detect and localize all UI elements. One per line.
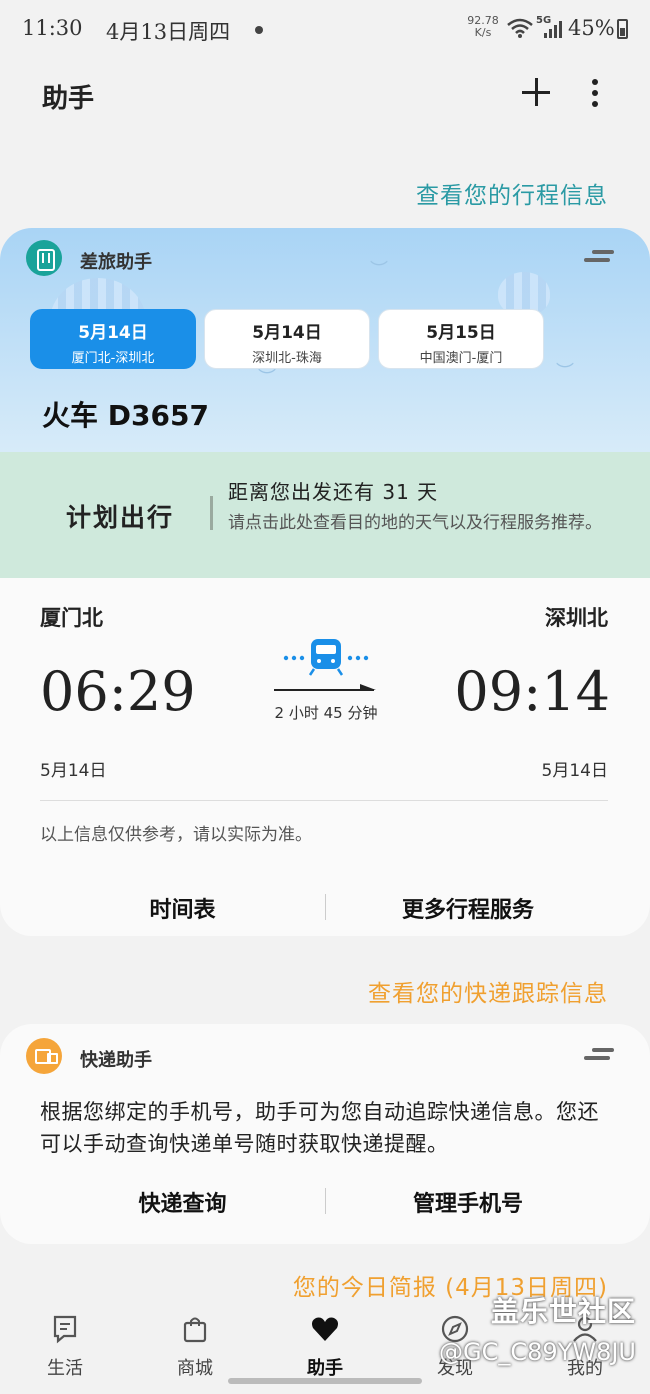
departure-date: 5月14日 [40,761,107,781]
trip-tab-route: 厦门北-深圳北 [71,351,155,366]
trip-info-link[interactable]: 查看您的行程信息 [416,176,608,210]
more-options-icon[interactable] [584,76,606,110]
nav-item-life[interactable]: 生活 [30,1314,100,1380]
plan-divider [210,496,213,530]
battery-icon [617,19,628,39]
route-arrow-icon [274,684,376,691]
trip-tab-route: 中国澳门-厦门 [419,351,503,366]
departure-countdown: 距离您出发还有 31 天 [228,480,439,504]
watermark-user: @GC_C89YW8JU [439,1338,636,1366]
trip-tab-route: 深圳北-珠海 [252,351,322,366]
weather-hint: 请点击此处查看目的地的天气以及行程服务推荐。 [228,513,602,533]
disclaimer: 以上信息仅供参考，请以实际为准。 [40,825,312,845]
net-speed: 92.78 K/s [466,15,500,39]
nav-label: 助手 [307,1358,343,1379]
card-menu-icon[interactable] [584,250,614,264]
bird-decoration: ︶ [556,362,574,383]
travel-assistant-card: ︶ ︶ ︶ 差旅助手 5月14日 厦门北-深圳北 5月14日 深圳北-珠海 5月… [0,228,650,936]
arrival-date: 5月14日 [541,761,608,781]
bird-decoration: ︶ [370,260,388,281]
express-card-title: 快递助手 [80,1050,152,1071]
shop-bag-icon [183,1317,207,1343]
arrival-time: 09:14 [454,660,610,723]
train-number: 火车 D3657 [42,399,209,432]
express-assistant-card: 快递助手 根据您绑定的手机号，助手可为您自动追踪快递信息。您还可以手动查询快递单… [0,1024,650,1244]
departure-station: 厦门北 [40,606,103,630]
train-icon [283,639,369,676]
heart-icon [312,1317,338,1341]
trip-tab-1[interactable]: 5月14日 厦门北-深圳北 [30,309,196,369]
life-icon [53,1315,77,1344]
timetable-button[interactable]: 时间表 [40,892,325,924]
trip-tab-date: 5月14日 [78,323,148,343]
trip-tab-date: 5月15日 [426,323,496,343]
trip-duration: 2 小时 45 分钟 [274,704,378,722]
nav-label: 商城 [177,1358,213,1379]
signal-icon [544,21,562,38]
notification-dot-icon [255,26,263,34]
express-description: 根据您绑定的手机号，助手可为您自动追踪快递信息。您还可以手动查询快递单号随时获取… [40,1100,599,1156]
battery-percent: 45% [568,16,615,40]
manage-phone-button[interactable]: 管理手机号 [326,1186,610,1218]
express-info-link[interactable]: 查看您的快递跟踪信息 [368,974,608,1008]
trip-tab-2[interactable]: 5月14日 深圳北-珠海 [204,309,370,369]
delivery-truck-icon [26,1038,62,1074]
travel-card-header: ︶ ︶ ︶ 差旅助手 5月14日 厦门北-深圳北 5月14日 深圳北-珠海 5月… [0,228,650,452]
arrival-station: 深圳北 [545,606,608,630]
status-time: 11:30 [22,16,83,40]
page-title: 助手 [42,84,95,114]
luggage-icon [26,240,62,276]
home-indicator[interactable] [228,1378,422,1384]
departure-time: 06:29 [40,660,196,723]
travel-card-title: 差旅助手 [80,252,152,273]
nav-label: 生活 [47,1358,83,1379]
add-button[interactable] [518,74,554,110]
wifi-icon [507,18,533,38]
watermark-brand: 盖乐世社区 [490,1295,636,1328]
nav-item-shop[interactable]: 商城 [160,1314,230,1380]
nav-item-assistant[interactable]: 助手 [290,1314,360,1380]
trip-tab-date: 5月14日 [252,323,322,343]
plan-travel-banner[interactable]: 计划出行 距离您出发还有 31 天 请点击此处查看目的地的天气以及行程服务推荐。 [0,452,650,578]
plan-label: 计划出行 [66,503,175,532]
status-date: 4月13日周四 [106,20,231,44]
express-query-button[interactable]: 快递查询 [40,1186,325,1218]
status-bar: 11:30 4月13日周四 92.78 K/s 5G 45% [0,0,650,60]
trip-tab-3[interactable]: 5月15日 中国澳门-厦门 [378,309,544,369]
divider [40,800,608,801]
card-menu-icon[interactable] [584,1048,614,1062]
net-speed-unit: K/s [474,26,492,39]
more-travel-services-button[interactable]: 更多行程服务 [326,892,610,924]
